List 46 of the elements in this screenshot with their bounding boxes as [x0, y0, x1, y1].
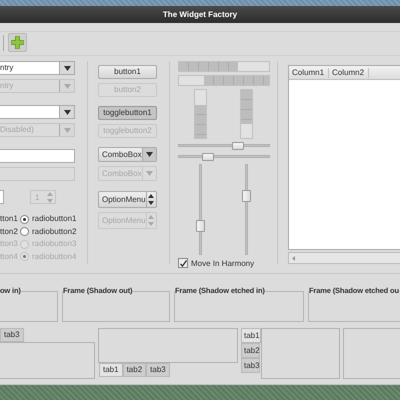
up-down-arrows-icon — [148, 194, 154, 206]
slider-thumb[interactable] — [202, 152, 214, 161]
check-button[interactable]: tton2 — [0, 226, 20, 237]
tab[interactable]: tab3 — [241, 358, 260, 374]
push-button[interactable]: button1 — [98, 65, 157, 80]
slider-thumb[interactable] — [196, 220, 205, 232]
caret-down-icon — [64, 110, 70, 115]
caret-down-icon — [146, 171, 153, 176]
tree-view[interactable]: Column1 Column2 — [288, 65, 400, 250]
plus-icon — [11, 36, 24, 50]
combo-box[interactable]: ComboBox — [98, 147, 157, 162]
check-button[interactable]: tton1 — [0, 214, 20, 224]
tab[interactable]: tab3 — [146, 363, 170, 378]
spin-button[interactable] — [0, 190, 4, 204]
caret-down-icon — [64, 66, 70, 71]
up-down-arrows-icon — [47, 192, 53, 203]
radio-label[interactable]: radiobutton2 — [32, 226, 76, 237]
tab[interactable]: tab1 — [99, 363, 123, 378]
caret-down-icon — [146, 152, 153, 158]
radio-button[interactable] — [20, 227, 29, 236]
column-header[interactable]: Column2 — [329, 68, 370, 78]
toggle-button[interactable]: togglebutton1 — [98, 106, 157, 120]
slider[interactable] — [196, 164, 205, 256]
checkbox[interactable] — [178, 258, 188, 268]
column-header[interactable]: Column1 — [289, 68, 330, 78]
caret-down-icon — [64, 128, 70, 133]
checkbox-label[interactable]: Move In Harmony — [191, 258, 254, 268]
radio-label[interactable]: radiobutton1 — [32, 214, 76, 224]
tab[interactable]: tab3 — [0, 328, 24, 342]
tab[interactable]: tab2 — [241, 343, 260, 358]
combo-entry[interactable]: ntry — [0, 61, 75, 76]
option-menu[interactable]: OptionMenu — [98, 191, 157, 208]
radio-button[interactable] — [20, 214, 29, 224]
caret-down-icon — [64, 84, 70, 89]
text-entry[interactable] — [0, 149, 75, 164]
checkmark-icon — [180, 260, 186, 267]
caret-left-icon — [292, 256, 295, 261]
tab[interactable]: tab1 — [241, 328, 261, 344]
window-title: The Widget Factory — [162, 10, 238, 19]
slider-thumb[interactable] — [242, 190, 251, 202]
slider-thumb[interactable] — [232, 142, 244, 150]
tab[interactable]: tab2 — [122, 363, 146, 378]
up-down-arrows-icon — [148, 215, 154, 226]
combo-box[interactable] — [0, 105, 75, 120]
add-button[interactable] — [8, 33, 27, 52]
horizontal-scrollbar[interactable] — [288, 252, 400, 264]
